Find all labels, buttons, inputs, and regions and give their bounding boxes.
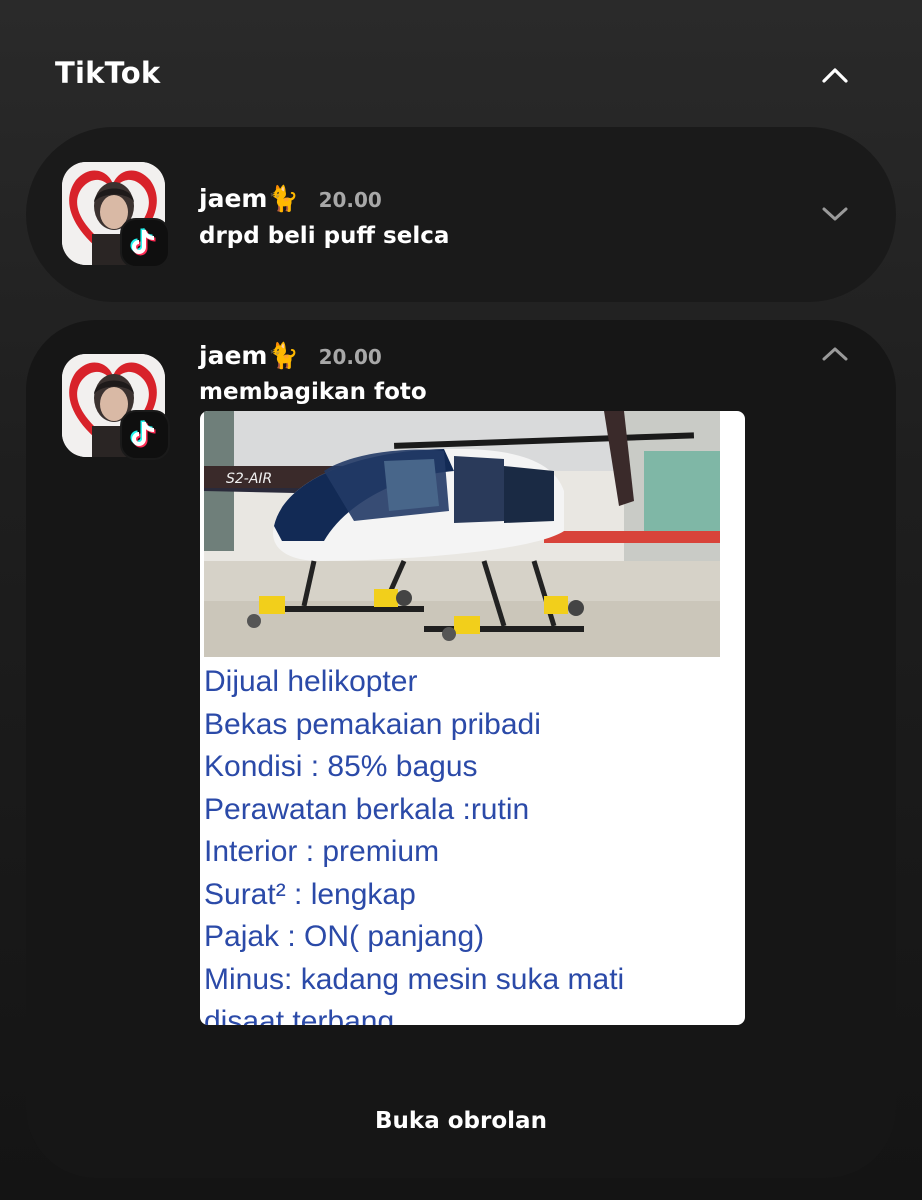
sender-row: jaem🐈 20.00 — [199, 184, 382, 214]
open-chat-button[interactable]: Buka obrolan — [0, 1108, 922, 1134]
notification-card[interactable]: jaem🐈 20.00 drpd beli puff selca — [26, 127, 896, 302]
chevron-up-icon — [822, 68, 848, 83]
chevron-down-icon — [822, 207, 848, 221]
chevron-up-icon — [822, 347, 848, 361]
caption-line: Bekas pemakaian pribadi — [204, 707, 541, 741]
caption-line: Minus: kadang mesin suka mati — [204, 962, 625, 996]
message-text: drpd beli puff selca — [199, 223, 450, 249]
caption-line: Perawatan berkala :rutin — [204, 792, 530, 826]
caption-line: Dijual helikopter — [204, 665, 418, 698]
collapse-button[interactable] — [820, 344, 850, 364]
helicopter-photo: S2-AIR — [204, 411, 720, 657]
app-title: TikTok — [55, 56, 161, 90]
tiktok-badge — [120, 410, 170, 460]
sender-name: jaem🐈 — [199, 184, 299, 213]
photo-caption: Dijual helikopter Bekas pemakaian pribad… — [204, 661, 734, 1025]
timestamp: 20.00 — [318, 345, 382, 369]
expand-button[interactable] — [820, 204, 850, 224]
sender-avatar — [62, 162, 174, 274]
tail-registration-text: S2-AIR — [226, 471, 272, 487]
tiktok-badge — [120, 218, 170, 268]
caption-line: Pajak : ON( panjang) — [204, 920, 485, 953]
caption-line: disaat terbang. — [204, 1005, 403, 1025]
shared-photo[interactable]: S2-AIR Dijual helikopter Bekas pemakaian… — [200, 411, 745, 1025]
caption-line: Interior : premium — [204, 835, 440, 868]
collapse-group-button[interactable] — [818, 62, 852, 88]
caption-line: Surat² : lengkap — [204, 877, 416, 911]
tiktok-logo-icon — [130, 227, 156, 256]
sender-avatar — [62, 354, 174, 466]
tiktok-logo-icon — [130, 419, 156, 448]
sender-row: jaem🐈 20.00 — [199, 341, 382, 371]
message-text: membagikan foto — [199, 379, 427, 405]
sender-name: jaem🐈 — [199, 341, 299, 370]
caption-line: Kondisi : 85% bagus — [204, 750, 478, 783]
timestamp: 20.00 — [318, 188, 382, 212]
